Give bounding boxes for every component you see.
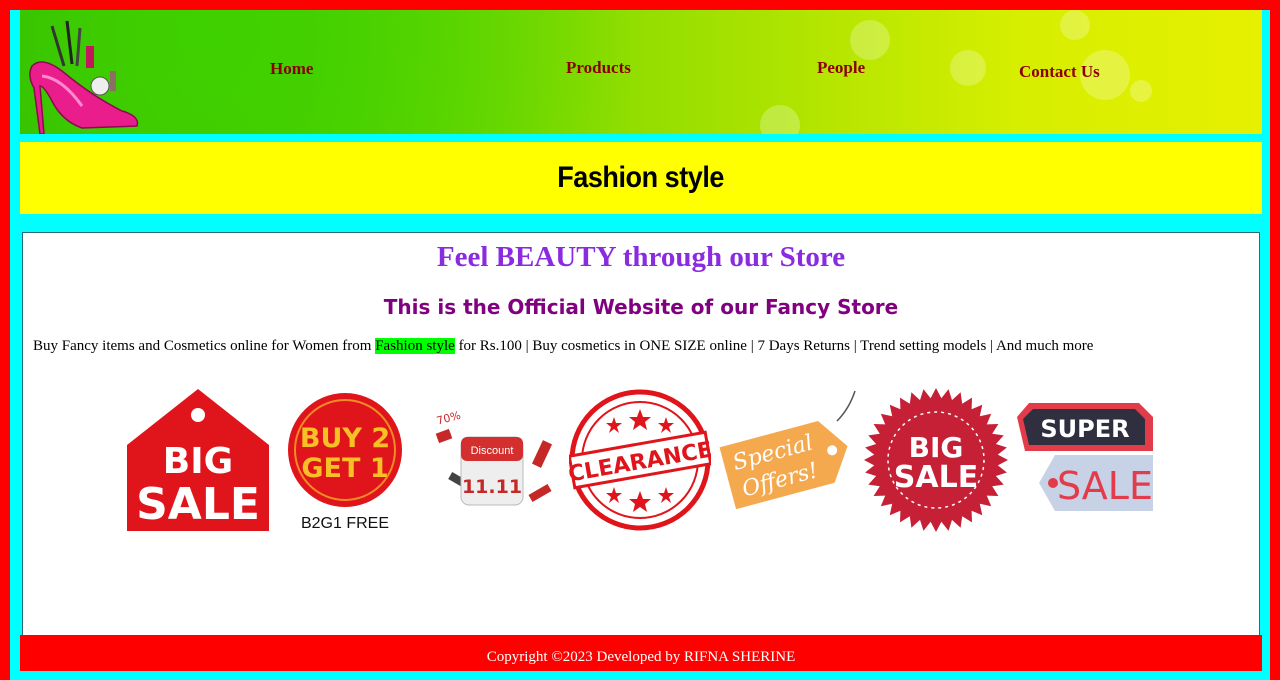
store-description: Buy Fancy items and Cosmetics online for… (33, 338, 1093, 355)
site-title: Fashion style (557, 161, 725, 194)
header: Home Products People Contact Us (20, 10, 1262, 134)
site-banner: Fashion style (20, 142, 1262, 214)
desc-text: for Rs.100 | Buy cosmetics in ONE SIZE o… (454, 338, 1094, 354)
super-sale-tag-image: SUPER SALE (1017, 403, 1153, 511)
nav-people-link[interactable]: People (817, 58, 865, 78)
nav-contact-link[interactable]: Contact Us (1019, 62, 1100, 82)
big-sale-line1: BIG (163, 441, 233, 482)
discount-label: Discount (471, 445, 514, 457)
buy2-line1: BUY 2 (300, 423, 390, 454)
buy2-line2: GET 1 (301, 453, 388, 484)
bokeh-decoration (950, 50, 986, 86)
nav-products-link[interactable]: Products (566, 58, 631, 78)
desc-text: Buy Fancy items and Cosmetics online for… (33, 338, 376, 354)
discount-percent: 70% (435, 409, 462, 428)
big-sale-line2: SALE (136, 479, 260, 530)
bokeh-decoration (1130, 80, 1152, 102)
super-sale-line1: SUPER (1040, 415, 1129, 443)
nav-home-link[interactable]: Home (270, 59, 313, 79)
special-offers-tag-image: Special Offers! (719, 390, 856, 510)
copyright-text: Copyright ©2023 Developed by RIFNA SHERI… (486, 648, 796, 665)
super-sale-line2: SALE (1057, 464, 1153, 508)
highlighted-brand: Fashion style (375, 338, 455, 354)
tagline-heading: Feel BEAUTY through our Store (436, 241, 846, 273)
main-content: Feel BEAUTY through our Store This is th… (22, 232, 1260, 638)
buy2-caption: B2G1 FREE (301, 515, 389, 532)
clearance-stamp-image: CLEARANCE (569, 389, 711, 531)
page-frame: Home Products People Contact Us Fashion … (10, 10, 1270, 680)
subtitle-heading: This is the Official Website of our Fanc… (383, 295, 899, 319)
high-heel-cosmetics-logo[interactable] (22, 16, 142, 134)
footer: Copyright ©2023 Developed by RIFNA SHERI… (20, 635, 1262, 671)
big-sale-seal-image: BIG SALE (864, 388, 1008, 532)
bokeh-decoration (1060, 10, 1090, 40)
discount-date: 11.11 (462, 476, 522, 498)
seal-line2: SALE (894, 460, 978, 495)
buy2-get1-badge-image: BUY 2 GET 1 B2G1 FREE (288, 393, 402, 532)
big-sale-tag-image: BIG SALE (127, 389, 269, 531)
bokeh-decoration (760, 105, 800, 134)
bokeh-decoration (850, 20, 890, 60)
discount-calendar-image: 70% Discount 11.11 (435, 409, 553, 506)
